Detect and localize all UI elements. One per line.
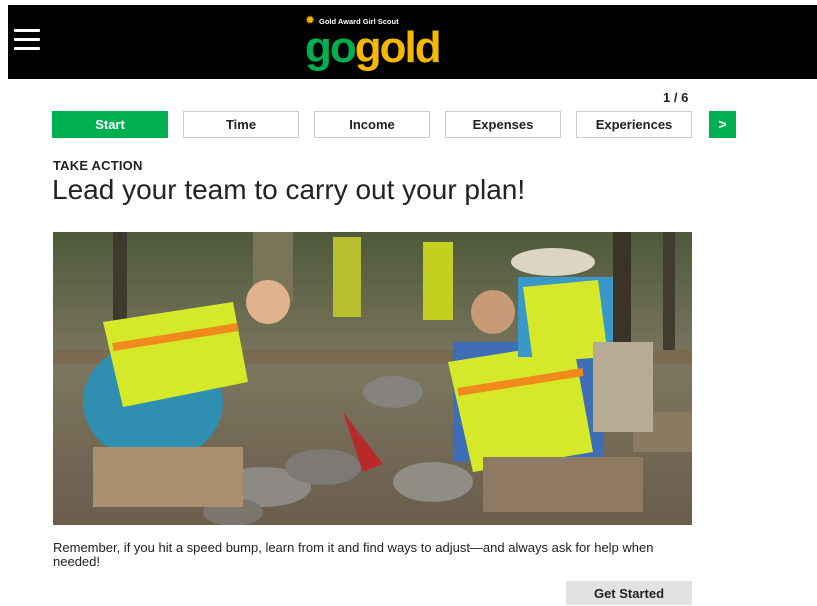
tab-start[interactable]: Start xyxy=(52,111,168,138)
tab-income[interactable]: Income xyxy=(314,111,430,138)
gogold-logo[interactable]: ✹ Gold Award Girl Scout gogold xyxy=(305,14,445,73)
tab-experiences[interactable]: Experiences xyxy=(576,111,692,138)
step-progress: 1 / 6 xyxy=(663,90,689,105)
get-started-button[interactable]: Get Started xyxy=(566,581,692,605)
page-title: Lead your team to carry out your plan! xyxy=(52,174,526,205)
logo-wordmark: gogold xyxy=(305,23,442,72)
top-header: ✹ Gold Award Girl Scout gogold xyxy=(8,5,817,79)
tab-expenses[interactable]: Expenses xyxy=(445,111,561,138)
tab-time[interactable]: Time xyxy=(183,111,299,138)
section-eyebrow: TAKE ACTION xyxy=(53,158,143,173)
hero-photo xyxy=(53,232,692,525)
help-caption: Remember, if you hit a speed bump, learn… xyxy=(53,540,654,569)
next-chevron-icon[interactable]: > xyxy=(709,111,736,138)
hamburger-menu-icon[interactable] xyxy=(14,29,40,51)
